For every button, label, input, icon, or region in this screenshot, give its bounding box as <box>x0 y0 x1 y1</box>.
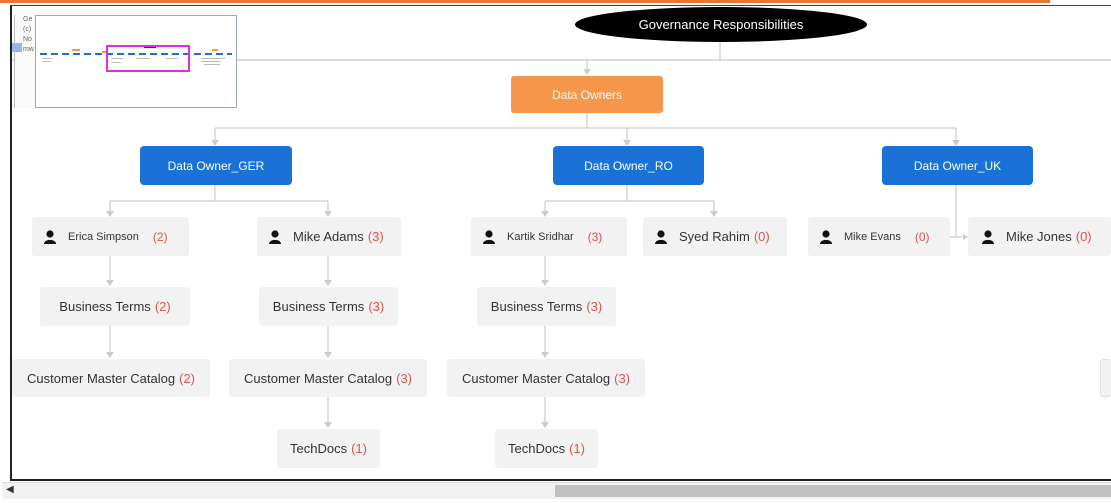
person-count: (3) <box>587 229 603 244</box>
asset-label: TechDocs <box>290 441 348 456</box>
user-icon <box>655 229 667 244</box>
person-name: Syed Rahim <box>679 229 750 244</box>
person-node-syed-rahim[interactable]: Syed Rahim (0) <box>643 217 787 256</box>
scroll-left-arrow-icon[interactable]: ◀ <box>6 484 14 495</box>
asset-label: Customer Master Catalog <box>461 370 611 386</box>
asset-count: (3) <box>586 299 603 314</box>
group-label: Data Owner_GER <box>167 158 265 173</box>
group-node-ger[interactable]: Data Owner_GER <box>140 146 292 185</box>
person-count: (0) <box>914 229 930 244</box>
asset-label: Customer Master Catalog <box>243 370 393 386</box>
asset-node-customer-master-catalog[interactable]: Customer Master Catalog (3) <box>447 359 645 397</box>
person-name: Mike Jones <box>1006 229 1072 244</box>
asset-count: (3) <box>396 370 412 386</box>
person-name: Mike Adams <box>293 229 364 244</box>
minimap-viewport[interactable] <box>106 45 190 72</box>
minimap-legend: Ge (c) No mw <box>14 15 35 108</box>
asset-label: Business Terms <box>272 299 365 314</box>
user-icon <box>269 229 281 244</box>
person-node-mike-jones[interactable]: Mike Jones (0) <box>968 217 1111 256</box>
asset-node-techdocs[interactable]: TechDocs (1) <box>277 429 380 468</box>
asset-node-business-terms[interactable]: Business Terms (2) <box>40 287 190 326</box>
asset-count: (1) <box>351 441 367 456</box>
asset-node-customer-master-catalog[interactable]: Customer Master Catalog (3) <box>229 359 427 397</box>
person-node-mike-adams[interactable]: Mike Adams (3) <box>257 217 401 256</box>
person-count: (2) <box>152 229 168 244</box>
person-node-kartik-sridhar[interactable]: Kartik Sridhar (3) <box>471 217 627 256</box>
minimap[interactable] <box>35 15 237 108</box>
minimap-swatch <box>12 43 22 52</box>
person-count: (0) <box>753 229 770 244</box>
asset-label: Business Terms <box>59 299 151 314</box>
minimap-legend-item: (c) <box>23 26 32 33</box>
group-label: Data Owner_UK <box>913 158 1002 173</box>
asset-label: Customer Master Catalog <box>26 370 176 386</box>
title-node[interactable]: Governance Responsibilities <box>575 7 867 42</box>
group-node-ro[interactable]: Data Owner_RO <box>553 146 704 185</box>
minimap-legend-item: Ge <box>23 16 33 23</box>
asset-label: TechDocs <box>508 441 566 456</box>
asset-count: (2) <box>179 370 195 386</box>
user-icon <box>820 229 832 244</box>
user-icon <box>982 229 994 244</box>
asset-node-business-terms[interactable]: Business Terms (3) <box>477 287 616 326</box>
asset-node-business-terms[interactable]: Business Terms (3) <box>259 287 398 326</box>
asset-node-partial[interactable] <box>1100 359 1111 397</box>
group-node-uk[interactable]: Data Owner_UK <box>882 146 1033 185</box>
scrollbar-thumb[interactable] <box>555 485 1111 497</box>
person-name: Kartik Sridhar <box>507 230 574 243</box>
person-name: Mike Evans <box>844 230 901 243</box>
asset-count: (3) <box>614 370 630 386</box>
data-owners-label: Data Owners <box>551 87 623 102</box>
title-node-label: Governance Responsibilities <box>638 17 804 32</box>
user-icon <box>483 229 495 244</box>
data-owners-node[interactable]: Data Owners <box>511 76 663 113</box>
person-node-erica-simpson[interactable]: Erica Simpson (2) <box>32 217 189 256</box>
person-count: (3) <box>367 229 384 244</box>
asset-label: Business Terms <box>490 299 583 314</box>
asset-node-techdocs[interactable]: TechDocs (1) <box>495 429 598 468</box>
person-count: (0) <box>1075 229 1092 244</box>
asset-count: (2) <box>154 299 171 314</box>
person-name: Erica Simpson <box>68 230 139 243</box>
asset-node-customer-master-catalog[interactable]: Customer Master Catalog (2) <box>12 359 210 397</box>
horizontal-scrollbar[interactable]: ◀ <box>2 482 1111 499</box>
group-label: Data Owner_RO <box>584 158 673 173</box>
person-node-mike-evans[interactable]: Mike Evans (0) <box>808 217 950 256</box>
user-icon <box>44 229 56 244</box>
asset-count: (1) <box>569 441 585 456</box>
asset-count: (3) <box>368 299 385 314</box>
